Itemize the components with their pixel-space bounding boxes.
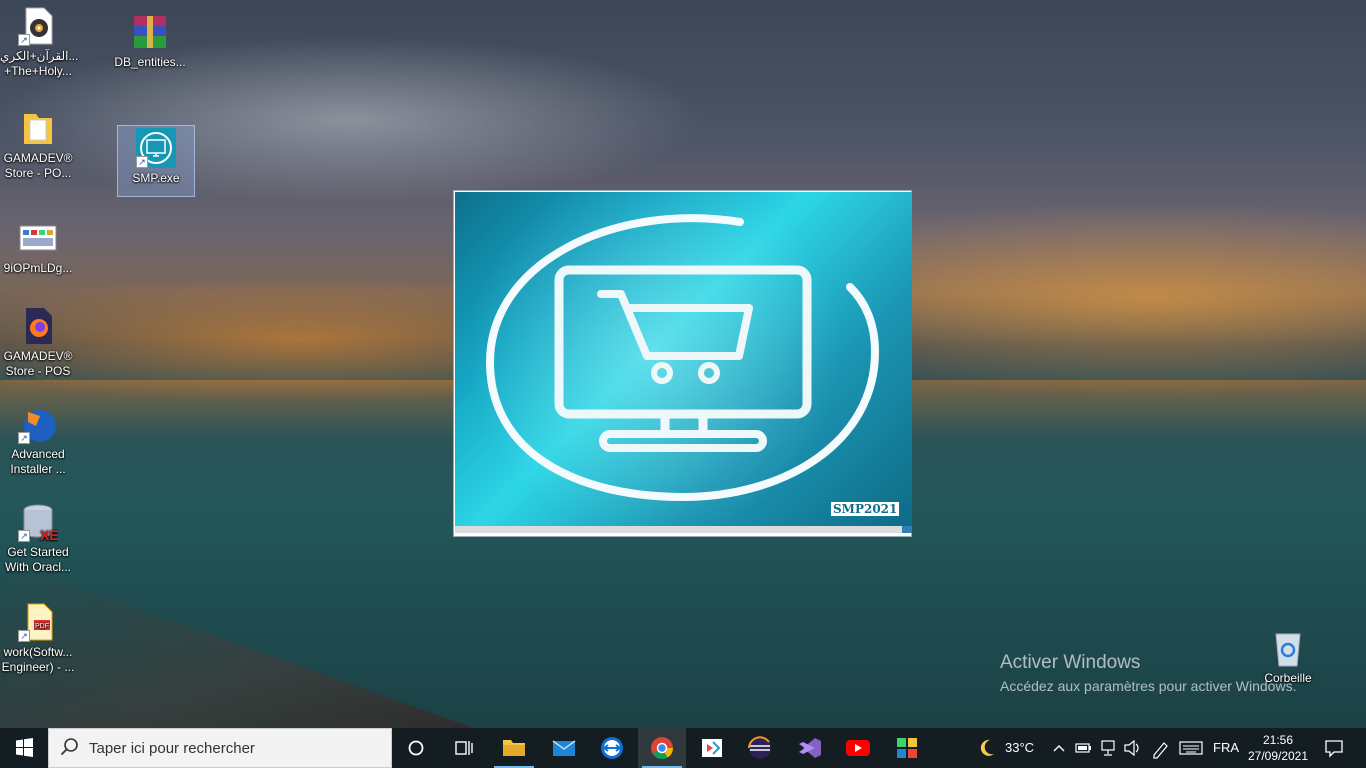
shortcut-arrow-icon: ↗: [136, 156, 148, 168]
taskbar-visual-studio[interactable]: [786, 728, 834, 768]
activate-windows-watermark: Activer Windows Accédez aux paramètres p…: [1000, 652, 1296, 694]
desktop-icon-label: Advanced: [11, 447, 65, 461]
visual-studio-icon: [799, 738, 821, 758]
shortcut-arrow-icon: ↗: [18, 530, 30, 542]
desktop-icon-label: Get Started: [7, 545, 69, 559]
desktop-icon-quran[interactable]: ↗ القرآن+الكري... +The+Holy...: [0, 6, 79, 79]
taskbar-file-explorer[interactable]: [490, 728, 538, 768]
shopping-monitor-icon: [485, 214, 880, 502]
taskbar-teamviewer[interactable]: [588, 728, 636, 768]
taskbar-eclipse[interactable]: [736, 728, 784, 768]
taskbar-chrome[interactable]: [638, 728, 686, 768]
svg-text:PDF: PDF: [35, 623, 49, 630]
splash-progress-bar: [455, 526, 912, 533]
folder-icon: [18, 108, 58, 148]
file-explorer-icon: [503, 740, 525, 756]
desktop-icon-label: القرآن+الكري...: [0, 49, 79, 63]
eclipse-icon: [748, 736, 771, 759]
desktop-icon-label: Installer ...: [10, 462, 66, 476]
database-xe-icon: XE ↗: [18, 502, 59, 543]
desktop-icon-db-entities[interactable]: DB_entities...: [112, 12, 188, 70]
shortcut-arrow-icon: ↗: [18, 630, 30, 642]
anydesk-icon: [702, 739, 722, 757]
desktop-icon-advanced-installer[interactable]: ↗ Advanced Installer ...: [0, 404, 76, 477]
splash-image: [455, 192, 912, 526]
desktop-icon-gamadev-store-pos[interactable]: GAMADEV® Store - POS: [0, 306, 76, 379]
task-view-icon: [455, 741, 473, 755]
battery-icon: [1075, 743, 1091, 753]
taskbar-mail[interactable]: [540, 728, 588, 768]
search-placeholder: Taper ici pour rechercher: [89, 740, 255, 757]
splash-window: SMP2021: [453, 190, 912, 537]
desktop-icon-label: +The+Holy...: [4, 64, 72, 78]
pen-tray-icon[interactable]: [1150, 728, 1170, 768]
speaker-icon: [1124, 739, 1139, 757]
desktop-icon-smp-exe[interactable]: ↗ SMP.exe: [117, 125, 195, 197]
image-thumbnail-icon: [18, 218, 58, 258]
shortcut-arrow-icon: ↗: [18, 34, 30, 46]
moon-icon: [980, 739, 994, 756]
weather-widget-icon[interactable]: [976, 728, 998, 768]
start-button[interactable]: [0, 728, 48, 768]
winrar-archive-icon: [130, 12, 170, 52]
smp-app-icon: ↗: [136, 128, 176, 168]
chevron-up-icon: [1053, 745, 1065, 752]
input-language[interactable]: FRA: [1213, 740, 1239, 768]
desktop-icon-image-file[interactable]: 9iOPmLDg...: [0, 218, 76, 276]
youtube-icon: [846, 740, 870, 756]
desktop-icon-label: Store - POS: [5, 364, 71, 378]
watermark-title: Activer Windows: [1000, 652, 1141, 673]
pen-icon: [1153, 742, 1168, 759]
taskbar-app[interactable]: [884, 728, 932, 768]
desktop-icon-label: 9iOPmLDg...: [3, 261, 73, 275]
cortana-button[interactable]: [392, 728, 440, 768]
advanced-installer-icon: ↗: [18, 404, 58, 444]
desktop-icon-pdf-work[interactable]: PDF ↗ work(Softw... Engineer) - ...: [0, 602, 76, 675]
cortana-icon: [408, 740, 424, 756]
app-icon: [897, 738, 917, 758]
windows-logo-icon: [16, 738, 33, 757]
show-hidden-icons-button[interactable]: [1050, 728, 1068, 768]
clock-time: 21:56: [1262, 733, 1294, 747]
splash-version-badge: SMP2021: [831, 502, 900, 516]
taskbar-youtube[interactable]: [834, 728, 882, 768]
volume-tray-icon[interactable]: [1122, 728, 1142, 768]
firefox-file-icon: [18, 306, 58, 346]
desktop-icon-oracle-xe[interactable]: XE ↗ Get Started With Oracl...: [0, 502, 76, 575]
desktop-icon-label: work(Softw...: [3, 645, 73, 659]
pdf-file-icon: PDF ↗: [18, 602, 58, 642]
search-icon: [60, 738, 78, 756]
chrome-icon: [651, 737, 673, 759]
keyboard-icon: [1179, 741, 1203, 755]
touch-keyboard-button[interactable]: [1178, 728, 1204, 768]
network-icon: [1101, 740, 1115, 756]
taskbar-clock[interactable]: 21:56 27/09/2021: [1242, 732, 1314, 764]
shortcut-arrow-icon: ↗: [18, 432, 30, 444]
desktop-icon-label: SMP.exe: [132, 171, 180, 185]
clock-date: 27/09/2021: [1247, 749, 1309, 763]
desktop-icon-label: With Oracl...: [4, 560, 71, 574]
desktop-icon-label: Store - PO...: [4, 166, 72, 180]
task-view-button[interactable]: [440, 728, 488, 768]
network-tray-icon[interactable]: [1098, 728, 1118, 768]
teamviewer-icon: [601, 737, 623, 759]
desktop-icon-label: GAMADEV®: [3, 151, 73, 165]
notification-icon: [1325, 740, 1343, 758]
taskbar: Taper ici pour rechercher 33°C FRA 21:56…: [0, 728, 1366, 768]
desktop-icon-label: GAMADEV®: [3, 349, 73, 363]
splash-progress-indicator: [902, 526, 912, 533]
search-box[interactable]: Taper ici pour rechercher: [48, 728, 392, 768]
battery-tray-icon[interactable]: [1074, 728, 1094, 768]
audio-file-icon: ↗: [18, 6, 58, 46]
desktop-icon-label: DB_entities...: [114, 55, 186, 69]
watermark-subtitle: Accédez aux paramètres pour activer Wind…: [1000, 678, 1297, 694]
desktop-icon-label: Engineer) - ...: [1, 660, 75, 674]
mail-icon: [552, 740, 576, 756]
desktop-icon-gamadev-store-po[interactable]: GAMADEV® Store - PO...: [0, 108, 76, 181]
weather-temperature[interactable]: 33°C: [1005, 740, 1034, 768]
taskbar-anydesk[interactable]: [688, 728, 736, 768]
notification-center-button[interactable]: [1314, 728, 1354, 768]
svg-text:XE: XE: [40, 527, 58, 542]
splash-progress-fill: [455, 526, 903, 533]
